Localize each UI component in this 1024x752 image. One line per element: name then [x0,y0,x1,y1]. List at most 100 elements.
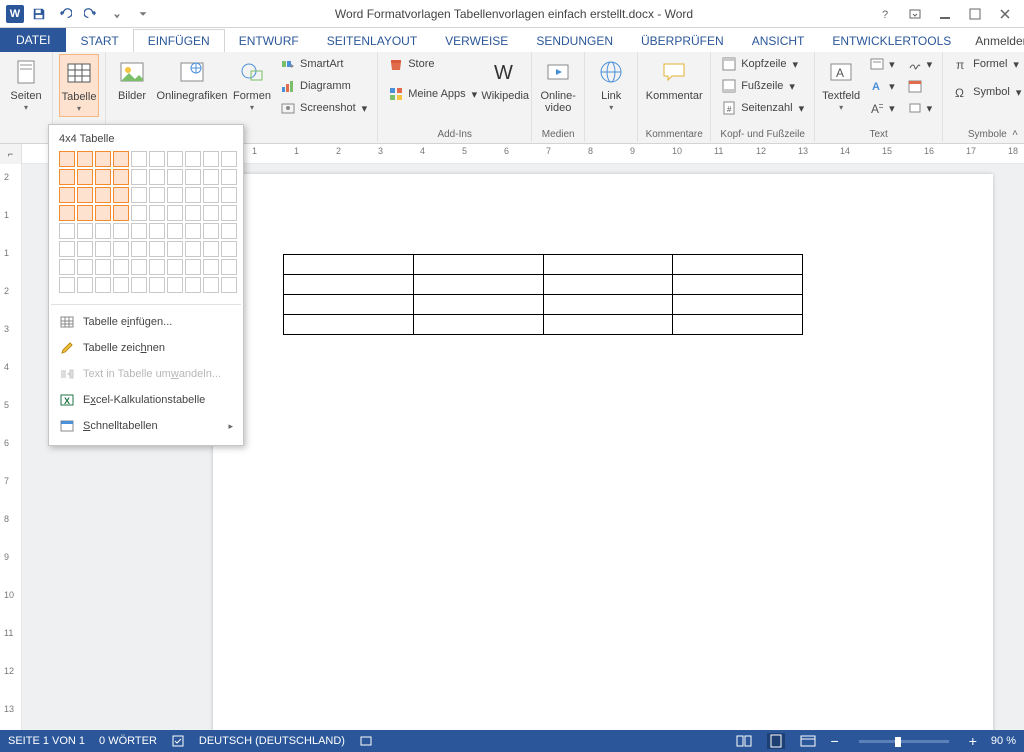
grid-cell[interactable] [95,187,111,203]
close-button[interactable] [994,3,1016,25]
grid-cell[interactable] [95,223,111,239]
tab-pagelayout[interactable]: SEITENLAYOUT [313,30,431,52]
footer-button[interactable]: Fußzeile▾ [717,76,808,96]
grid-cell[interactable] [113,241,129,257]
grid-cell[interactable] [221,151,237,167]
grid-cell[interactable] [113,277,129,293]
grid-cell[interactable] [203,187,219,203]
grid-cell[interactable] [131,223,147,239]
grid-cell[interactable] [221,205,237,221]
grid-cell[interactable] [59,223,75,239]
grid-cell[interactable] [113,151,129,167]
grid-cell[interactable] [59,205,75,221]
grid-cell[interactable] [185,151,201,167]
word-count[interactable]: 0 WÖRTER [99,735,157,747]
collapse-ribbon-button[interactable]: ˄ [1012,128,1018,139]
grid-cell[interactable] [59,187,75,203]
grid-cell[interactable] [113,187,129,203]
page-indicator[interactable]: SEITE 1 VON 1 [8,735,85,747]
grid-cell[interactable] [95,151,111,167]
grid-cell[interactable] [149,205,165,221]
link-button[interactable]: Link ▾ [591,54,631,115]
grid-cell[interactable] [221,223,237,239]
tab-file[interactable]: DATEI [0,28,66,52]
grid-cell[interactable] [131,241,147,257]
grid-cell[interactable] [113,259,129,275]
zoom-level[interactable]: 90 % [991,735,1016,747]
undo-button[interactable] [54,3,76,25]
grid-cell[interactable] [95,259,111,275]
ribbon-display-button[interactable] [904,3,926,25]
grid-cell[interactable] [167,259,183,275]
grid-cell[interactable] [203,241,219,257]
grid-cell[interactable] [149,169,165,185]
tab-developer[interactable]: ENTWICKLERTOOLS [818,30,965,52]
grid-cell[interactable] [131,169,147,185]
grid-cell[interactable] [59,241,75,257]
grid-cell[interactable] [77,205,93,221]
spellcheck-icon[interactable] [171,734,185,748]
grid-cell[interactable] [185,205,201,221]
grid-cell[interactable] [149,223,165,239]
zoom-out-button[interactable]: − [831,733,839,749]
zoom-slider[interactable] [859,740,949,743]
grid-cell[interactable] [95,169,111,185]
grid-cell[interactable] [77,259,93,275]
grid-cell[interactable] [203,205,219,221]
grid-cell[interactable] [221,187,237,203]
my-apps-button[interactable]: Meine Apps▾ [384,84,481,104]
read-mode-button[interactable] [735,733,753,749]
tab-review[interactable]: ÜBERPRÜFEN [627,30,738,52]
ruler-corner[interactable]: ⌐ [0,144,22,164]
grid-cell[interactable] [59,259,75,275]
grid-cell[interactable] [221,241,237,257]
grid-cell[interactable] [149,259,165,275]
save-button[interactable] [28,3,50,25]
grid-cell[interactable] [167,187,183,203]
draw-table-item[interactable]: Tabelle zeichnen [49,335,243,361]
header-button[interactable]: Kopfzeile▾ [717,54,808,74]
grid-cell[interactable] [77,223,93,239]
table-button[interactable]: Tabelle ▾ [59,54,99,117]
textbox-button[interactable]: A Textfeld ▾ [821,54,861,115]
excel-table-item[interactable]: X Excel-Kalkulationstabelle [49,387,243,413]
grid-cell[interactable] [185,277,201,293]
help-button[interactable]: ? [874,3,896,25]
grid-cell[interactable] [59,277,75,293]
grid-cell[interactable] [185,241,201,257]
object-button[interactable]: ▾ [903,98,937,118]
minimize-button[interactable] [934,3,956,25]
page-number-button[interactable]: #Seitenzahl▾ [717,98,808,118]
print-layout-button[interactable] [767,733,785,749]
grid-cell[interactable] [149,277,165,293]
grid-cell[interactable] [185,187,201,203]
pages-button[interactable]: Seiten ▾ [6,54,46,115]
grid-cell[interactable] [113,205,129,221]
zoom-in-button[interactable]: + [969,733,977,749]
wordart-button[interactable]: A▾ [865,76,899,96]
touch-mode-button[interactable] [106,3,128,25]
redo-button[interactable] [80,3,102,25]
grid-cell[interactable] [221,259,237,275]
grid-cell[interactable] [95,205,111,221]
grid-cell[interactable] [77,151,93,167]
tab-insert[interactable]: EINFÜGEN [133,29,225,52]
grid-cell[interactable] [221,277,237,293]
grid-cell[interactable] [185,223,201,239]
vertical-ruler[interactable]: 211234567891011121314 [0,164,22,730]
pictures-button[interactable]: Bilder [112,54,152,104]
tab-mailings[interactable]: SENDUNGEN [522,30,627,52]
grid-cell[interactable] [95,277,111,293]
signature-button[interactable]: ▾ [903,54,937,74]
grid-cell[interactable] [185,259,201,275]
grid-cell[interactable] [113,169,129,185]
tab-view[interactable]: ANSICHT [738,30,819,52]
grid-cell[interactable] [59,169,75,185]
document-page[interactable] [213,174,993,730]
grid-cell[interactable] [95,241,111,257]
comment-button[interactable]: Kommentar [644,54,704,104]
web-layout-button[interactable] [799,733,817,749]
table-size-grid[interactable] [49,151,243,300]
grid-cell[interactable] [131,205,147,221]
grid-cell[interactable] [149,241,165,257]
